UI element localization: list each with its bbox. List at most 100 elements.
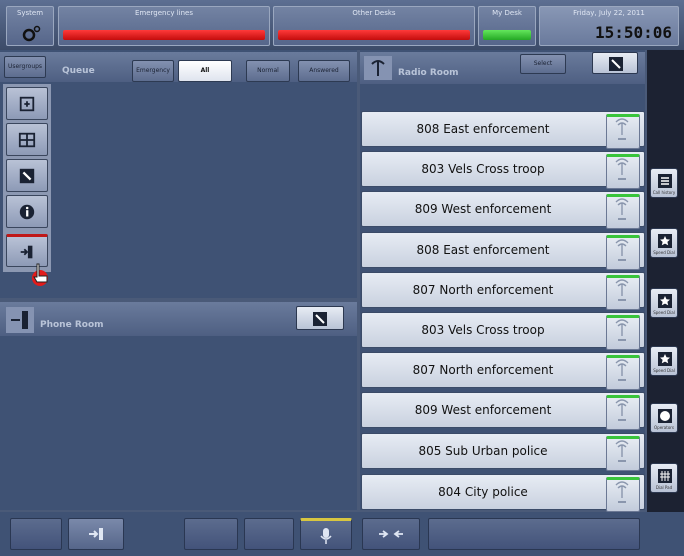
transfer-icon bbox=[89, 528, 103, 540]
phone-room-tools-button[interactable] bbox=[296, 306, 344, 330]
antenna-icon[interactable] bbox=[606, 315, 640, 350]
antenna-icon[interactable] bbox=[606, 154, 640, 189]
bottom-button[interactable] bbox=[244, 518, 294, 550]
operators-caption: Operators bbox=[654, 425, 674, 430]
clock: Friday, July 22, 2011 15:50:06 bbox=[539, 6, 679, 46]
transfer-button[interactable] bbox=[68, 518, 124, 550]
channel-label: 805 Sub Urban police bbox=[418, 444, 548, 458]
grid-icon bbox=[18, 132, 36, 147]
patch-icon bbox=[379, 530, 403, 538]
radio-channel-row[interactable]: 805 Sub Urban police bbox=[361, 433, 645, 471]
antenna-icon[interactable] bbox=[606, 395, 640, 430]
date-text: Friday, July 22, 2011 bbox=[573, 9, 645, 17]
speed-dial-caption: Speed Dial bbox=[653, 368, 675, 373]
gear-icon bbox=[22, 25, 41, 42]
dial-pad-button[interactable]: Dial Pad bbox=[650, 463, 678, 493]
tools-icon bbox=[19, 168, 35, 183]
channel-label: 808 East enforcement bbox=[416, 122, 550, 136]
radio-channel-row[interactable]: 807 North enforcement bbox=[361, 352, 645, 390]
logout-icon bbox=[20, 245, 33, 258]
microphone-icon bbox=[320, 528, 332, 544]
time-text: 15:50:06 bbox=[594, 23, 672, 42]
right-column bbox=[647, 50, 684, 512]
call-history-caption: Call history bbox=[652, 190, 676, 195]
speed-dial-button[interactable]: Speed Dial bbox=[650, 228, 678, 258]
phone-room-title: Phone Room bbox=[40, 320, 104, 330]
radio-channel-row[interactable]: 809 West enforcement bbox=[361, 191, 645, 229]
info-icon bbox=[19, 204, 35, 219]
side-tools-button[interactable] bbox=[6, 159, 48, 192]
side-info-button[interactable] bbox=[6, 195, 48, 228]
radio-channel-row[interactable]: 807 North enforcement bbox=[361, 272, 645, 310]
dial-pad-caption: Dial Pad bbox=[655, 485, 673, 490]
pointer-hand-icon bbox=[32, 263, 48, 286]
radio-room-icon bbox=[364, 56, 392, 80]
other-desks-status-bar bbox=[278, 30, 470, 40]
speed-dial-button[interactable]: Speed Dial bbox=[650, 288, 678, 318]
my-desk-label: My Desk bbox=[492, 9, 522, 17]
emergency-lines[interactable]: Emergency lines bbox=[58, 6, 270, 46]
speed-dial-button[interactable]: Speed Dial bbox=[650, 346, 678, 376]
star-icon bbox=[658, 294, 672, 308]
filter-all[interactable]: All bbox=[178, 60, 232, 82]
star-icon bbox=[658, 234, 672, 248]
radio-channel-row[interactable]: 803 Vels Cross troop bbox=[361, 312, 645, 350]
speed-dial-caption: Speed Dial bbox=[653, 310, 675, 315]
my-desk[interactable]: My Desk bbox=[478, 6, 536, 46]
channel-label: 809 West enforcement bbox=[414, 202, 552, 216]
radio-channel-row[interactable]: 808 East enforcement bbox=[361, 232, 645, 270]
antenna-icon[interactable] bbox=[606, 436, 640, 471]
antenna-icon[interactable] bbox=[606, 275, 640, 310]
radio-room-tools-button[interactable] bbox=[592, 52, 638, 74]
antenna-icon[interactable] bbox=[606, 114, 640, 149]
keypad-icon bbox=[658, 469, 672, 483]
bottom-button[interactable] bbox=[10, 518, 62, 550]
queue-panel bbox=[0, 50, 357, 298]
radio-room-title: Radio Room bbox=[398, 68, 459, 78]
other-desks-label: Other Desks bbox=[352, 9, 396, 17]
side-lock-button[interactable] bbox=[6, 87, 48, 120]
tools-icon bbox=[313, 312, 327, 326]
list-icon bbox=[658, 174, 672, 188]
antenna-icon[interactable] bbox=[606, 235, 640, 270]
filter-answered[interactable]: Answered bbox=[298, 60, 350, 82]
system-button[interactable]: System bbox=[6, 6, 54, 46]
channel-label: 809 West enforcement bbox=[414, 403, 552, 417]
lock-icon bbox=[19, 96, 35, 111]
filter-emergency[interactable]: Emergency bbox=[132, 60, 174, 82]
my-desk-status-bar bbox=[483, 30, 531, 40]
channel-label: 807 North enforcement bbox=[412, 363, 554, 377]
speed-dial-caption: Speed Dial bbox=[653, 250, 675, 255]
channel-label: 803 Vels Cross troop bbox=[421, 323, 545, 337]
emergency-label: Emergency lines bbox=[135, 9, 193, 17]
filter-normal[interactable]: Normal bbox=[246, 60, 290, 82]
other-desks[interactable]: Other Desks bbox=[273, 6, 475, 46]
star-icon bbox=[658, 352, 672, 366]
side-grid-button[interactable] bbox=[6, 123, 48, 156]
system-label: System bbox=[16, 9, 44, 17]
radio-channel-row[interactable]: 808 East enforcement bbox=[361, 111, 645, 149]
radio-channel-row[interactable]: 809 West enforcement bbox=[361, 392, 645, 430]
channel-label: 803 Vels Cross troop bbox=[421, 162, 545, 176]
usergroups-button[interactable]: Usergroups bbox=[4, 56, 46, 78]
queue-title: Queue bbox=[62, 66, 95, 76]
globe-icon bbox=[658, 409, 672, 423]
channel-label: 807 North enforcement bbox=[412, 283, 554, 297]
phone-room-icon bbox=[6, 307, 34, 333]
patch-button[interactable] bbox=[362, 518, 420, 550]
emergency-status-bar bbox=[63, 30, 265, 40]
radio-select-button[interactable]: Select bbox=[520, 54, 566, 74]
bottom-wide-button[interactable] bbox=[428, 518, 640, 550]
radio-channel-row[interactable]: 804 City police bbox=[361, 474, 645, 512]
bottom-button[interactable] bbox=[184, 518, 238, 550]
channel-label: 808 East enforcement bbox=[416, 243, 550, 257]
microphone-button[interactable] bbox=[300, 518, 352, 550]
call-history-button[interactable]: Call history bbox=[650, 168, 678, 198]
operators-button[interactable]: Operators bbox=[650, 403, 678, 433]
antenna-icon[interactable] bbox=[606, 477, 640, 512]
tools-icon bbox=[609, 57, 623, 71]
antenna-icon[interactable] bbox=[606, 194, 640, 229]
channel-label: 804 City police bbox=[438, 485, 528, 499]
antenna-icon[interactable] bbox=[606, 355, 640, 390]
radio-channel-row[interactable]: 803 Vels Cross troop bbox=[361, 151, 645, 189]
